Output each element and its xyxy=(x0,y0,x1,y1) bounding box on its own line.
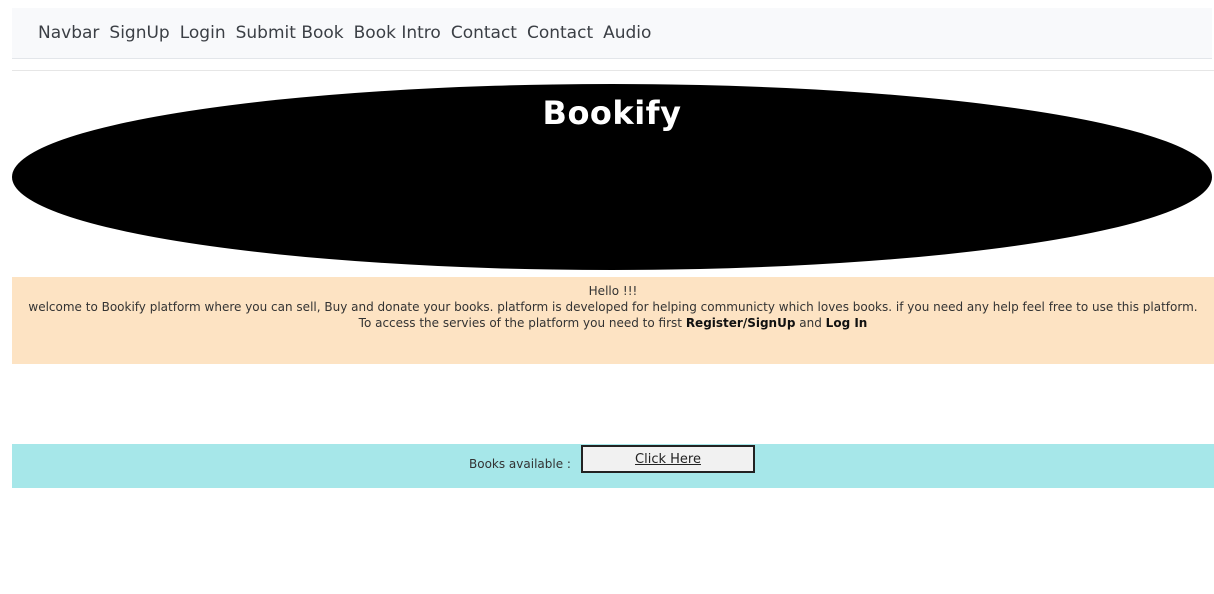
divider xyxy=(12,70,1214,71)
nav-link-submit-book[interactable]: Submit Book xyxy=(236,23,344,43)
navbar: Navbar SignUp Login Submit Book Book Int… xyxy=(12,8,1212,59)
welcome-message: welcome to Bookify platform where you ca… xyxy=(28,300,1198,314)
books-available-label: Books available : xyxy=(469,457,571,471)
welcome-greeting: Hello !!! xyxy=(588,284,638,298)
register-link[interactable]: Register/SignUp xyxy=(686,316,796,330)
nav-link-login[interactable]: Login xyxy=(180,23,226,43)
click-here-button[interactable]: Click Here xyxy=(581,445,755,473)
welcome-section: Hello !!! welcome to Bookify platform wh… xyxy=(12,277,1214,364)
nav-link-book-intro[interactable]: Book Intro xyxy=(354,23,441,43)
hero-title: Bookify xyxy=(542,94,682,132)
hero-banner: Bookify xyxy=(12,84,1212,270)
books-available-bar: Books available : Click Here xyxy=(12,444,1214,488)
nav-links: SignUp Login Submit Book Book Intro Cont… xyxy=(109,23,661,43)
and-text: and xyxy=(799,316,822,330)
nav-link-signup[interactable]: SignUp xyxy=(109,23,169,43)
navbar-brand[interactable]: Navbar xyxy=(38,23,99,43)
login-link[interactable]: Log In xyxy=(826,316,868,330)
access-prefix-text: To access the servies of the platform yo… xyxy=(358,316,682,330)
nav-link-audio[interactable]: Audio xyxy=(603,23,651,43)
nav-link-contact[interactable]: Contact xyxy=(451,23,517,43)
nav-link-contact-2[interactable]: Contact xyxy=(527,23,593,43)
welcome-access-line: To access the servies of the platform yo… xyxy=(12,315,1214,331)
